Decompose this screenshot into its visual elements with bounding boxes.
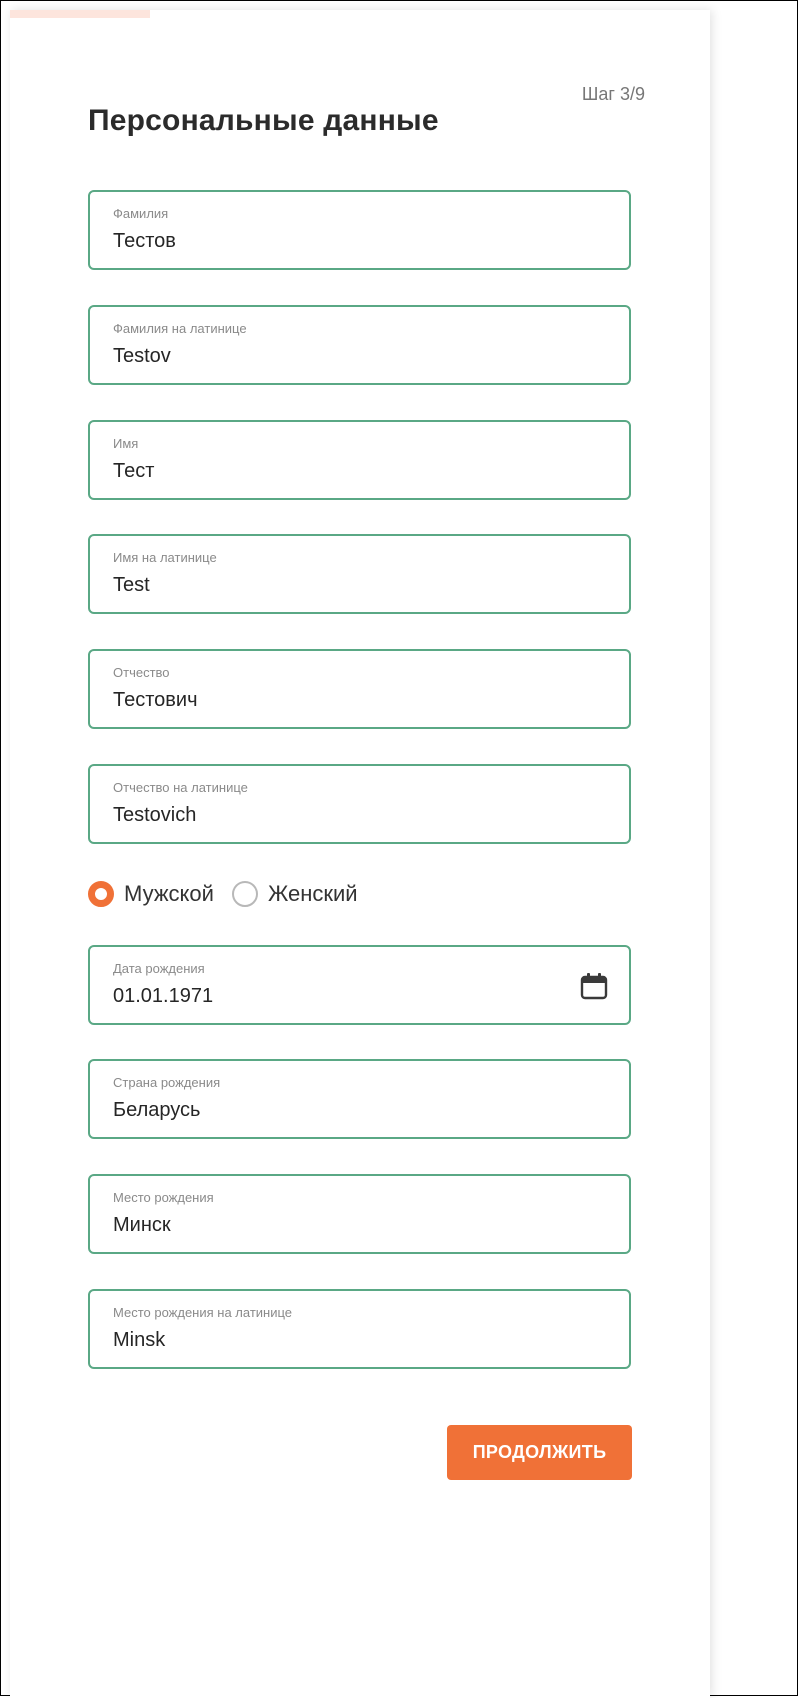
birth-place-value[interactable]: Минск [113,1214,171,1237]
first-name-latin-label: Имя на латинице [113,550,217,565]
birth-country-label: Страна рождения [113,1075,221,1090]
progress-bar-fill [10,10,150,18]
gender-radio-group: Мужской Женский [88,877,376,911]
page-title: Персональные данные [88,104,439,137]
first-name-latin-value[interactable]: Test [113,574,150,597]
first-name-label: Имя [113,436,139,451]
first-name-field[interactable]: Имя Тест [88,420,631,500]
patronymic-latin-field[interactable]: Отчество на латинице Testovich [88,764,631,844]
patronymic-label: Отчество [113,665,170,680]
step-indicator: Шаг 3/9 [581,84,645,104]
surname-field[interactable]: Фамилия Тестов [88,190,631,270]
patronymic-field[interactable]: Отчество Тестович [88,649,631,729]
birth-date-value[interactable]: 01.01.1971 [113,985,213,1008]
gender-female-label[interactable]: Женский [268,881,358,907]
birth-date-label: Дата рождения [113,961,205,976]
birth-country-value[interactable]: Беларусь [113,1099,200,1122]
gender-male-radio[interactable]: Мужской [88,881,214,907]
patronymic-value[interactable]: Тестович [113,689,198,712]
birth-place-latin-value[interactable]: Minsk [113,1329,165,1352]
radio-unchecked-icon[interactable] [231,881,258,907]
gender-female-radio[interactable]: Женский [231,881,358,907]
surname-latin-value[interactable]: Testov [113,345,171,368]
patronymic-latin-label: Отчество на латинице [113,780,248,795]
surname-value[interactable]: Тестов [113,230,176,253]
birth-place-label: Место рождения [113,1190,214,1205]
surname-latin-label: Фамилия на латинице [113,321,247,336]
calendar-icon[interactable] [579,971,609,1001]
first-name-latin-field[interactable]: Имя на латинице Test [88,534,631,614]
birth-date-field[interactable]: Дата рождения 01.01.1971 [88,945,631,1025]
first-name-value[interactable]: Тест [113,460,154,483]
birth-place-field[interactable]: Место рождения Минск [88,1174,631,1254]
progress-bar [10,10,710,18]
birth-country-field[interactable]: Страна рождения Беларусь [88,1059,631,1139]
surname-label: Фамилия [113,206,169,221]
gender-male-label[interactable]: Мужской [124,881,214,907]
birth-place-latin-label: Место рождения на латинице [113,1305,293,1320]
birth-place-latin-field[interactable]: Место рождения на латинице Minsk [88,1289,631,1369]
continue-button[interactable]: ПРОДОЛЖИТЬ [447,1425,632,1480]
patronymic-latin-value[interactable]: Testovich [113,804,196,827]
surname-latin-field[interactable]: Фамилия на латинице Testov [88,305,631,385]
radio-checked-icon[interactable] [88,881,114,907]
